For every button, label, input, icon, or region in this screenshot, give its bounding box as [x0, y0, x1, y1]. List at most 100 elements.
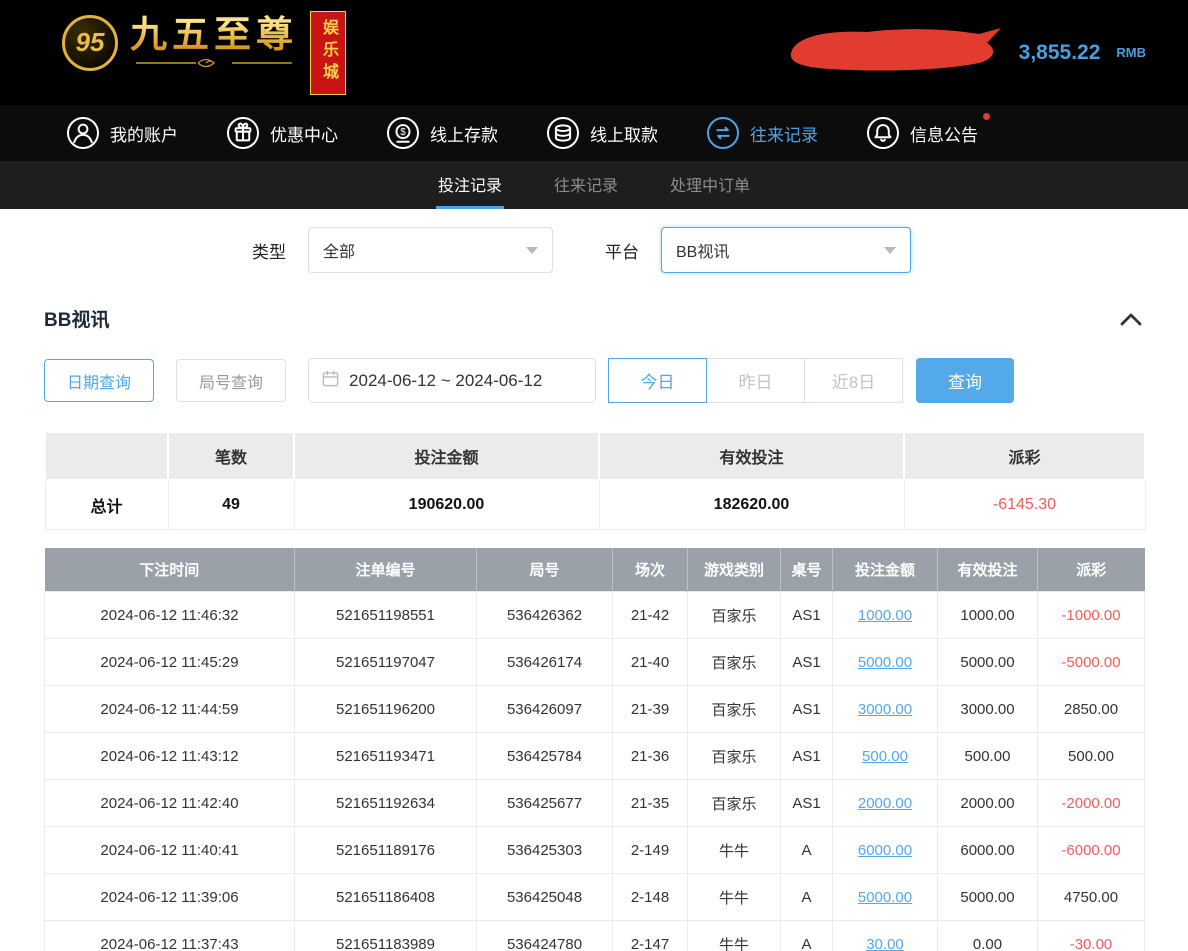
- cell-bet-id: 521651183989: [295, 921, 477, 951]
- tab-bet-records[interactable]: 投注记录: [436, 161, 504, 209]
- bet-amount-link[interactable]: 2000.00: [858, 795, 912, 812]
- bet-amount-link[interactable]: 500.00: [862, 748, 908, 765]
- round-query-button[interactable]: 局号查询: [176, 359, 286, 402]
- yesterday-button[interactable]: 昨日: [706, 358, 805, 403]
- user-icon: [66, 116, 100, 150]
- cell-round-no: 536426097: [477, 686, 613, 733]
- platform-filter-label: 平台: [605, 238, 639, 263]
- cell-bet-time: 2024-06-12 11:46:32: [45, 592, 295, 639]
- table-row: 2024-06-12 11:37:43521651183989536424780…: [45, 921, 1145, 951]
- summary-count-value: 49: [168, 480, 294, 529]
- platform-select[interactable]: BB视讯: [661, 227, 911, 273]
- summary-header-valid-bet: 有效投注: [599, 432, 904, 480]
- bet-amount-link[interactable]: 1000.00: [858, 607, 912, 624]
- summary-bet-amount-value: 190620.00: [294, 480, 599, 529]
- cell-game-type: 百家乐: [688, 592, 781, 639]
- cell-payout: -30.00: [1038, 921, 1145, 951]
- cell-bet-time: 2024-06-12 11:39:06: [45, 874, 295, 921]
- bet-table-body: 2024-06-12 11:46:32521651198551536426362…: [45, 592, 1145, 951]
- query-bar: 日期查询 局号查询 2024-06-12 ~ 2024-06-12 今日 昨日 …: [44, 358, 1144, 403]
- quick-date-group: 今日 昨日 近8日: [609, 358, 903, 403]
- withdraw-coin-icon: [546, 116, 580, 150]
- cell-valid-bet: 500.00: [938, 733, 1038, 780]
- platform-select-value: BB视讯: [676, 238, 729, 262]
- tab-processing-orders[interactable]: 处理中订单: [668, 161, 752, 209]
- cell-bet-time: 2024-06-12 11:43:12: [45, 733, 295, 780]
- svg-text:$: $: [400, 127, 406, 138]
- cell-game-type: 百家乐: [688, 733, 781, 780]
- search-button[interactable]: 查询: [916, 358, 1014, 403]
- summary-header-count: 笔数: [168, 432, 294, 480]
- cell-session: 2-147: [613, 921, 688, 951]
- col-round-no: 局号: [477, 548, 613, 592]
- summary-total-row: 总计 49 190620.00 182620.00 -6145.30: [45, 480, 1145, 529]
- cell-bet-amount: 5000.00: [833, 874, 938, 921]
- nav-label: 我的账户: [110, 121, 178, 146]
- notification-dot: [983, 113, 990, 120]
- cell-game-type: 百家乐: [688, 686, 781, 733]
- cell-round-no: 536425048: [477, 874, 613, 921]
- bet-amount-link[interactable]: 3000.00: [858, 701, 912, 718]
- cell-bet-time: 2024-06-12 11:45:29: [45, 639, 295, 686]
- cell-table-no: AS1: [781, 592, 833, 639]
- bet-amount-link[interactable]: 30.00: [866, 936, 904, 951]
- cell-session: 2-148: [613, 874, 688, 921]
- nav-label: 线上取款: [590, 121, 658, 146]
- table-row: 2024-06-12 11:44:59521651196200536426097…: [45, 686, 1145, 733]
- logo-emblem-icon: 95: [62, 15, 118, 71]
- cell-valid-bet: 1000.00: [938, 592, 1038, 639]
- calendar-icon: [321, 369, 340, 393]
- nav-item-announcements[interactable]: 信息公告: [866, 116, 978, 150]
- cell-round-no: 536425303: [477, 827, 613, 874]
- nav-item-deposit[interactable]: $ 线上存款: [386, 116, 498, 150]
- cell-table-no: AS1: [781, 733, 833, 780]
- bet-records-table: 下注时间 注单编号 局号 场次 游戏类别 桌号 投注金额 有效投注 派彩 202…: [44, 548, 1145, 951]
- sub-tab-bar: 投注记录 往来记录 处理中订单: [0, 161, 1188, 209]
- cell-bet-amount: 2000.00: [833, 780, 938, 827]
- cell-game-type: 百家乐: [688, 639, 781, 686]
- nav-label: 优惠中心: [270, 121, 338, 146]
- cell-bet-amount: 1000.00: [833, 592, 938, 639]
- nav-item-promotions[interactable]: 优惠中心: [226, 116, 338, 150]
- col-game-type: 游戏类别: [688, 548, 781, 592]
- date-range-value: 2024-06-12 ~ 2024-06-12: [349, 371, 542, 391]
- col-valid-bet: 有效投注: [938, 548, 1038, 592]
- last-8-days-button[interactable]: 近8日: [804, 358, 903, 403]
- cell-valid-bet: 2000.00: [938, 780, 1038, 827]
- cell-round-no: 536424780: [477, 921, 613, 951]
- gift-icon: [226, 116, 260, 150]
- col-bet-id: 注单编号: [295, 548, 477, 592]
- nav-item-my-account[interactable]: 我的账户: [66, 116, 178, 150]
- type-select[interactable]: 全部: [308, 227, 553, 273]
- tab-transaction-records[interactable]: 往来记录: [552, 161, 620, 209]
- cell-table-no: AS1: [781, 780, 833, 827]
- balance-amount: 3,855.22: [1019, 41, 1101, 65]
- table-row: 2024-06-12 11:43:12521651193471536425784…: [45, 733, 1145, 780]
- table-row: 2024-06-12 11:39:06521651186408536425048…: [45, 874, 1145, 921]
- nav-item-withdraw[interactable]: 线上取款: [546, 116, 658, 150]
- cell-session: 2-149: [613, 827, 688, 874]
- chevron-up-icon[interactable]: [1118, 310, 1144, 328]
- nav-item-transaction-records[interactable]: 往来记录: [706, 116, 818, 150]
- cell-session: 21-39: [613, 686, 688, 733]
- date-query-button[interactable]: 日期查询: [44, 359, 154, 402]
- cell-bet-id: 521651196200: [295, 686, 477, 733]
- cell-round-no: 536426362: [477, 592, 613, 639]
- cell-bet-amount: 6000.00: [833, 827, 938, 874]
- summary-table: 笔数 投注金额 有效投注 派彩 总计 49 190620.00 182620.0…: [44, 431, 1146, 530]
- cell-payout: -5000.00: [1038, 639, 1145, 686]
- bet-amount-link[interactable]: 6000.00: [858, 842, 912, 859]
- filter-row: 类型 全部 平台 BB视讯: [252, 227, 1188, 273]
- cell-valid-bet: 6000.00: [938, 827, 1038, 874]
- bet-amount-link[interactable]: 5000.00: [858, 654, 912, 671]
- col-payout: 派彩: [1038, 548, 1145, 592]
- cell-valid-bet: 3000.00: [938, 686, 1038, 733]
- bet-amount-link[interactable]: 5000.00: [858, 889, 912, 906]
- today-button[interactable]: 今日: [608, 358, 707, 403]
- nav-label: 信息公告: [910, 121, 978, 146]
- date-range-input[interactable]: 2024-06-12 ~ 2024-06-12: [308, 358, 596, 403]
- summary-valid-bet-value: 182620.00: [599, 480, 904, 529]
- col-bet-amount: 投注金额: [833, 548, 938, 592]
- cell-round-no: 536425677: [477, 780, 613, 827]
- cell-game-type: 牛牛: [688, 921, 781, 951]
